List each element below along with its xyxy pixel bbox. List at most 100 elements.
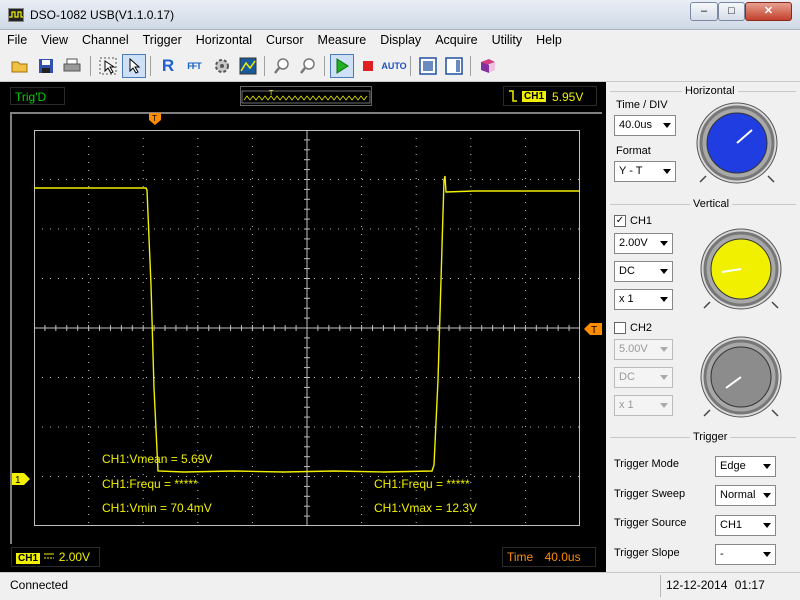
status-date: 12-12-2014 bbox=[666, 578, 728, 592]
toolbar-separator bbox=[470, 56, 471, 76]
falling-edge-icon bbox=[508, 89, 518, 106]
waveform-area[interactable]: CH1:Vmean = 5.69V CH1:Frequ = ***** CH1:… bbox=[10, 112, 602, 544]
graticule[interactable]: CH1:Vmean = 5.69V CH1:Frequ = ***** CH1:… bbox=[34, 130, 580, 526]
menu-help[interactable]: Help bbox=[529, 30, 569, 50]
image-icon[interactable] bbox=[236, 54, 260, 78]
auto-icon[interactable]: AUTO bbox=[381, 54, 406, 78]
trigger-sweep-select[interactable]: Normal bbox=[715, 485, 776, 506]
measure-vmax: CH1:Vmax = 12.3V bbox=[374, 501, 477, 515]
r-icon[interactable]: R bbox=[156, 54, 180, 78]
window-title: DSO-1082 USB(V1.1.0.17) bbox=[30, 8, 175, 22]
display-status-bottom: CH1 2.00V Time 40.0us bbox=[0, 544, 606, 572]
open-icon[interactable] bbox=[8, 54, 32, 78]
format-select[interactable]: Y - T bbox=[614, 161, 676, 182]
status-divider bbox=[660, 575, 661, 597]
trigger-slope-value: - bbox=[720, 548, 724, 560]
menu-channel[interactable]: Channel bbox=[75, 30, 136, 50]
measure-frequ-left: CH1:Frequ = ***** bbox=[102, 477, 198, 491]
stop-icon[interactable] bbox=[356, 54, 380, 78]
title-bar[interactable]: DSO-1082 USB(V1.1.0.17) – □ ✕ bbox=[0, 0, 800, 30]
settings-icon[interactable] bbox=[210, 54, 234, 78]
toolbar-separator bbox=[324, 56, 325, 76]
save-icon[interactable] bbox=[34, 54, 58, 78]
toolbar-separator bbox=[90, 56, 91, 76]
ch1-coupling-select[interactable]: DC bbox=[614, 261, 673, 282]
measure-frequ-right: CH1:Frequ = ***** bbox=[374, 477, 470, 491]
format-value: Y - T bbox=[619, 165, 643, 177]
menu-bar: File View Channel Trigger Horizontal Cur… bbox=[0, 30, 800, 50]
connection-status: Connected bbox=[10, 578, 69, 592]
trigger-slope-label: Trigger Slope bbox=[614, 547, 680, 559]
trigger-level: 5.95V bbox=[552, 90, 584, 104]
minimize-button[interactable]: – bbox=[690, 2, 718, 21]
menu-measure[interactable]: Measure bbox=[311, 30, 374, 50]
trigger-sweep-value: Normal bbox=[720, 489, 756, 501]
pointer-icon[interactable] bbox=[122, 54, 146, 78]
ch1-coupling-value: DC bbox=[619, 265, 635, 277]
menu-display[interactable]: Display bbox=[373, 30, 428, 50]
menu-cursor[interactable]: Cursor bbox=[259, 30, 311, 50]
time-div-select[interactable]: 40.0us bbox=[614, 115, 676, 136]
panel-icon[interactable] bbox=[442, 54, 466, 78]
trigger-source-select[interactable]: CH1 bbox=[715, 515, 776, 536]
ch2-volts-select[interactable]: 5.00V bbox=[614, 339, 673, 360]
maximize-button[interactable]: □ bbox=[718, 2, 745, 21]
grid-lines bbox=[34, 130, 580, 526]
trigger-position-indicator[interactable]: T bbox=[240, 86, 372, 106]
dc-coupling-icon bbox=[43, 550, 58, 564]
ch2-checkbox[interactable] bbox=[614, 322, 626, 334]
fullscreen-icon[interactable] bbox=[416, 54, 440, 78]
status-time: 01:17 bbox=[734, 578, 765, 592]
ch2-coupling-select[interactable]: DC bbox=[614, 367, 673, 388]
trigger-source-label: Trigger Source bbox=[614, 517, 687, 529]
zoom-in-icon[interactable] bbox=[270, 54, 294, 78]
menu-horizontal[interactable]: Horizontal bbox=[189, 30, 259, 50]
trigger-time-marker-label: T bbox=[152, 114, 157, 123]
ch1-checkbox[interactable]: ✓ bbox=[614, 215, 626, 227]
toolbar: R FFT AUTO bbox=[0, 50, 800, 82]
trigger-sweep-label: Trigger Sweep bbox=[614, 488, 686, 500]
trigger-level-marker[interactable]: T bbox=[582, 322, 602, 339]
measure-vmean: CH1:Vmean = 5.69V bbox=[102, 452, 212, 466]
print-icon[interactable] bbox=[60, 54, 84, 78]
date-time: 12-12-2014 01:17 bbox=[666, 578, 765, 592]
trigger-status: Trig'D bbox=[10, 87, 65, 105]
ch1-volts-div: 2.00V bbox=[58, 550, 91, 564]
ch1-volts-select[interactable]: 2.00V bbox=[614, 233, 673, 254]
menu-view[interactable]: View bbox=[34, 30, 75, 50]
time-div-label: Time / DIV bbox=[616, 99, 668, 111]
ch1-volts-knob[interactable] bbox=[698, 226, 784, 312]
ch2-volts-knob[interactable] bbox=[698, 334, 784, 420]
trigger-mode-select[interactable]: Edge bbox=[715, 456, 776, 477]
menu-acquire[interactable]: Acquire bbox=[428, 30, 484, 50]
select-cursor-icon[interactable] bbox=[96, 54, 120, 78]
app-icon bbox=[8, 8, 24, 22]
ch1-volts-value: 2.00V bbox=[619, 237, 648, 249]
display-status-top: Trig'D T CH1 5.95V bbox=[0, 82, 606, 109]
book-icon[interactable] bbox=[476, 54, 500, 78]
ch1-ground-marker[interactable]: 1 bbox=[12, 472, 32, 489]
ch2-probe-select[interactable]: x 1 bbox=[614, 395, 673, 416]
ch1-probe-select[interactable]: x 1 bbox=[614, 289, 673, 310]
close-button[interactable]: ✕ bbox=[745, 2, 792, 21]
zoom-out-icon[interactable] bbox=[296, 54, 320, 78]
run-icon[interactable] bbox=[330, 54, 354, 78]
trigger-title: Trigger bbox=[690, 431, 731, 443]
trigger-slope-select[interactable]: - bbox=[715, 544, 776, 565]
menu-trigger[interactable]: Trigger bbox=[136, 30, 189, 50]
time-div-value: 40.0us bbox=[619, 119, 653, 131]
vertical-title: Vertical bbox=[690, 198, 733, 210]
trigger-time-marker[interactable]: T bbox=[148, 112, 162, 129]
scope-display: Trig'D T CH1 5.95V CH1:Vmean = 5.69V CH1… bbox=[0, 82, 606, 572]
fft-icon[interactable]: FFT bbox=[182, 54, 206, 78]
ch2-label: CH2 bbox=[630, 322, 653, 334]
time-div-knob[interactable] bbox=[694, 100, 780, 186]
trigger-mode-label: Trigger Mode bbox=[614, 458, 680, 470]
toolbar-separator bbox=[150, 56, 151, 76]
time-scale-readout: Time 40.0us bbox=[502, 547, 596, 567]
ch1-label: CH1 bbox=[630, 215, 653, 227]
menu-file[interactable]: File bbox=[0, 30, 34, 50]
menu-utility[interactable]: Utility bbox=[485, 30, 530, 50]
format-label: Format bbox=[616, 145, 651, 157]
ch1-scale-readout: CH1 2.00V bbox=[11, 547, 100, 567]
